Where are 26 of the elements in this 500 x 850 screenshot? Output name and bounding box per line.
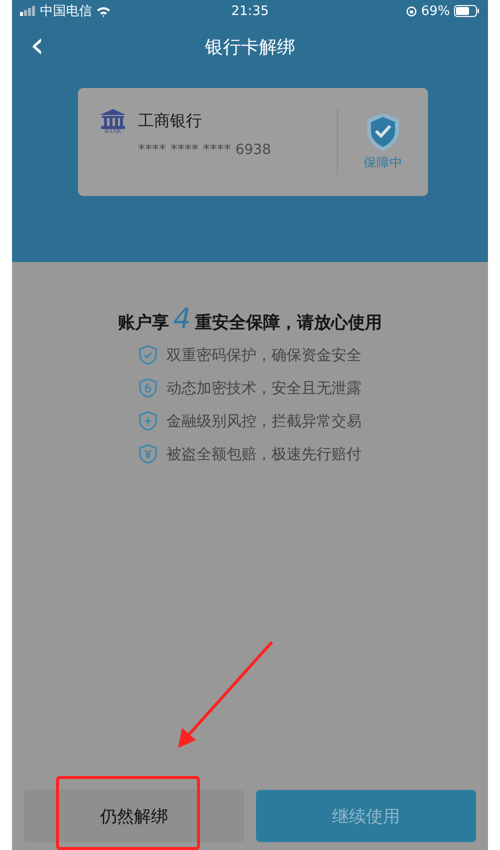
headline-text: 账户享: [118, 312, 170, 334]
bank-name: 工商银行: [138, 111, 203, 132]
clock-time: 21:35: [231, 4, 269, 18]
feature-text: 动态加密技术，安全且无泄露: [166, 378, 362, 398]
feature-text: 被盗全额包赔，极速先行赔付: [166, 444, 362, 464]
carrier-name: 中国电信: [40, 3, 92, 20]
signal-icon: [20, 6, 36, 16]
card-number: **** **** **** 6938: [138, 142, 271, 158]
rotation-lock-icon: [406, 6, 418, 16]
protection-status: 保障中: [364, 155, 402, 172]
wifi-icon: [96, 6, 111, 16]
shield-yen-icon: [138, 444, 156, 464]
battery-percent: 69%: [421, 4, 450, 18]
shield-digit-icon: [138, 378, 156, 398]
headline-number: 4: [173, 302, 191, 335]
headline-text: 重安全保障，请放心使用: [194, 312, 382, 334]
battery-icon: [454, 5, 480, 17]
page-title: 银行卡解绑: [205, 36, 295, 59]
shield-check-icon: [365, 112, 401, 152]
feature-text: 双重密码保护，确保资金安全: [166, 346, 362, 364]
feature-text: 金融级别风控，拦截异常交易: [166, 412, 362, 430]
back-button[interactable]: ‹: [26, 28, 48, 64]
unbind-button[interactable]: 仍然解绑: [24, 790, 244, 842]
shield-check-icon: [138, 345, 156, 365]
shield-bolt-icon: [138, 411, 156, 431]
bank-building-icon: [100, 109, 126, 129]
